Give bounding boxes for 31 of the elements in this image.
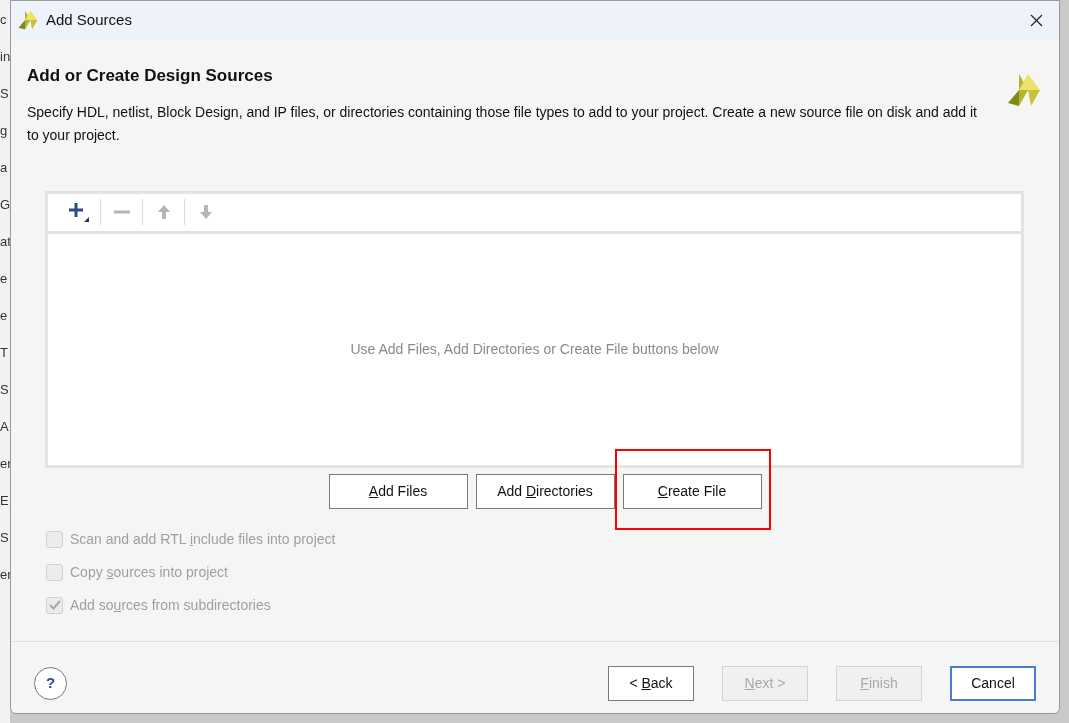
footer-button[interactable]: Cancel [950, 665, 1036, 701]
background-text: at [0, 233, 10, 251]
help-button[interactable]: ? [34, 666, 67, 700]
background-text: c [0, 11, 8, 29]
footer-button[interactable]: < Back [608, 665, 694, 701]
background-text: S [0, 381, 10, 399]
background-text: S [0, 529, 10, 547]
action-button[interactable]: Create File [622, 473, 762, 509]
background-text: E [0, 492, 10, 510]
checkbox-label: Scan and add RTL include files into project [70, 529, 336, 549]
logo-icon [1007, 73, 1041, 107]
add-icon[interactable] [68, 201, 90, 223]
background-text: A [0, 418, 10, 436]
checkbox-label: Add sources from subdirectories [70, 595, 271, 615]
window-title: Add Sources [46, 9, 132, 30]
action-button[interactable]: Add Files [328, 473, 468, 509]
background-text: e [0, 270, 9, 288]
background-text: g [0, 122, 9, 140]
close-icon[interactable] [1030, 13, 1043, 27]
page-heading: Add or Create Design Sources [27, 65, 274, 87]
action-button[interactable]: Add Directories [475, 473, 615, 509]
logo-icon [18, 10, 38, 30]
background-text: e [0, 307, 9, 325]
background-text: G [0, 196, 10, 214]
empty-message: Use Add Files, Add Directories or Create File buttons below [350, 339, 719, 359]
background-text: S [0, 85, 10, 103]
background-text: in [0, 48, 10, 66]
background-text: T [0, 344, 9, 362]
checkbox-label: Copy sources into project [70, 562, 228, 582]
background-text: a [0, 159, 9, 177]
page-description: Specify HDL, netlist, Block Design, and IP files, or directories containing those file types to add to your project. Create a new source file on disk and add it to your project. [27, 102, 977, 145]
